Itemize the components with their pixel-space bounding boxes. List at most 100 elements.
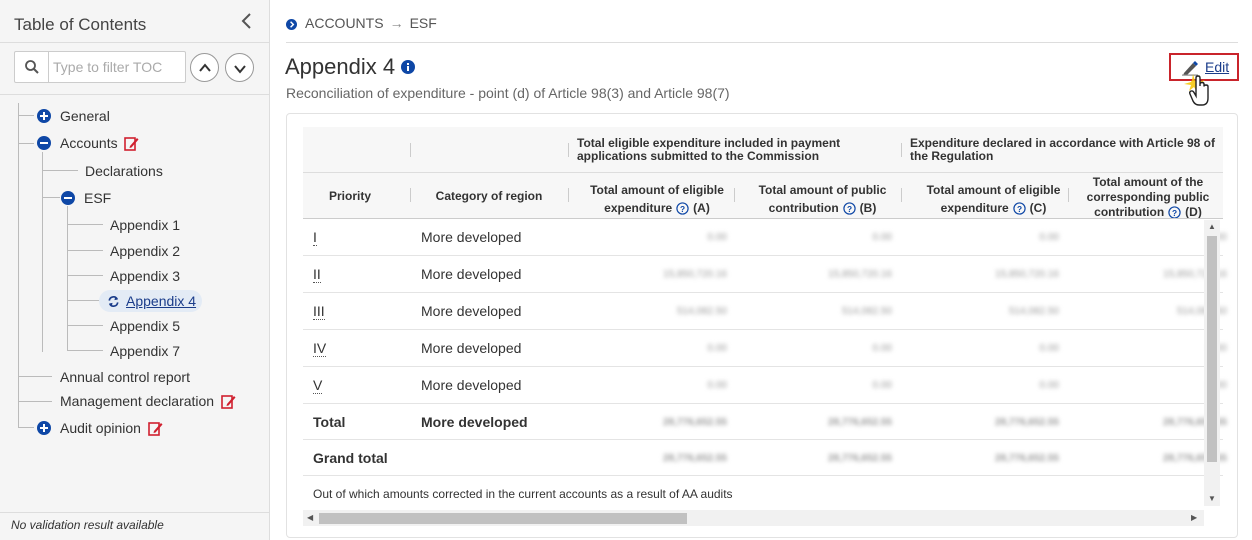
chevron-left-icon[interactable] (240, 12, 252, 36)
column-header-d[interactable]: Total amount of the corresponding public… (1084, 175, 1212, 220)
help-icon[interactable]: ? (676, 202, 689, 216)
value-cell-a: 28,776,652.55 (663, 453, 727, 464)
column-header-category[interactable]: Category of region (411, 190, 567, 203)
refresh-icon (108, 295, 119, 307)
category-cell: More developed (421, 377, 522, 393)
search-icon[interactable] (24, 59, 40, 75)
value-cell-c: 28,776,652.55 (995, 417, 1059, 428)
category-cell: More developed (421, 414, 528, 430)
svg-text:?: ? (680, 204, 685, 214)
toc-item-label: Appendix 1 (110, 217, 181, 234)
chevron-right-circle-icon (286, 18, 297, 30)
toc-item-label: Appendix 7 (110, 343, 181, 360)
priority-cell[interactable]: IV (313, 340, 327, 357)
help-icon[interactable]: ? (1012, 202, 1026, 216)
horizontal-scroll-thumb[interactable] (319, 513, 687, 524)
toc-filter-input[interactable] (51, 53, 181, 81)
priority-cell[interactable]: II (313, 266, 321, 283)
chevron-up-icon[interactable] (190, 53, 219, 82)
toc-item-label: Accounts (60, 135, 118, 152)
minus-circle-icon[interactable] (37, 136, 51, 151)
page-subtitle: Reconciliation of expenditure - point (d… (286, 85, 730, 101)
toc-item-appendix-2[interactable]: Appendix 2 (110, 242, 180, 259)
toc-item-appendix-7[interactable]: Appendix 7 (110, 342, 180, 359)
value-cell-b: 0.00 (872, 343, 892, 354)
scroll-down-arrow-icon[interactable]: ▼ (1208, 494, 1216, 503)
toc-item-label: Appendix 2 (110, 243, 181, 260)
toc-item-esf[interactable]: ESF (61, 189, 111, 206)
svg-text:?: ? (1172, 208, 1177, 218)
category-cell: More developed (421, 266, 522, 282)
value-cell-a: 0.00 (707, 380, 727, 391)
toc-item-appendix-5[interactable]: Appendix 5 (110, 317, 180, 334)
value-cell-c: 0.00 (1039, 232, 1059, 243)
toc-item-label: ESF (84, 190, 112, 207)
value-cell-c: 15,850,720.16 (995, 269, 1059, 280)
scroll-up-arrow-icon[interactable]: ▲ (1208, 222, 1216, 231)
toc-item-annual-control-report[interactable]: Annual control report (60, 368, 190, 385)
svg-text:?: ? (847, 204, 852, 214)
toc-item-audit-opinion[interactable]: Audit opinion (37, 419, 163, 436)
breadcrumb-accounts[interactable]: ACCOUNTS (305, 15, 384, 31)
toc-item-general[interactable]: General (37, 107, 110, 124)
category-cell: More developed (421, 229, 522, 245)
vertical-scrollbar[interactable]: ▲ ▼ (1204, 220, 1220, 506)
page-title: Appendix 4 (285, 54, 396, 79)
divider (0, 42, 269, 43)
priority-cell[interactable]: III (313, 303, 325, 320)
column-code: (A) (693, 201, 710, 215)
priority-cell[interactable]: V (313, 377, 323, 394)
value-cell-a: 28,776,652.55 (663, 417, 727, 428)
toc-item-appendix-3[interactable]: Appendix 3 (110, 267, 180, 284)
grand-total-label: Grand total (313, 450, 388, 466)
vertical-scroll-thumb[interactable] (1207, 236, 1217, 462)
scroll-left-arrow-icon[interactable]: ◀ (307, 513, 313, 522)
toc-item-label: Appendix 3 (110, 268, 181, 285)
table-footnote: Out of which amounts corrected in the cu… (313, 487, 733, 501)
group-header-article-98: Expenditure declared in accordance with … (910, 136, 1215, 163)
column-code: (D) (1185, 205, 1202, 219)
toc-item-accounts[interactable]: Accounts (37, 134, 139, 151)
divider (0, 94, 269, 95)
toc-title: Table of Contents (14, 15, 147, 34)
breadcrumb: ACCOUNTS → ESF (286, 15, 437, 31)
column-code: (C) (1029, 201, 1047, 215)
value-cell-a: 514,082.50 (676, 306, 727, 317)
toc-item-label: Annual control report (60, 369, 190, 386)
plus-circle-icon[interactable] (37, 109, 51, 124)
edit-mark-icon (221, 394, 236, 409)
value-cell-a: 0.00 (707, 232, 727, 243)
value-cell-a: 15,850,720.16 (663, 269, 727, 280)
toc-item-label: Appendix 4 (126, 293, 197, 310)
minus-circle-icon[interactable] (61, 191, 75, 206)
column-header-a[interactable]: Total amount of eligible expenditure? (A) (577, 181, 737, 217)
total-label: Total (313, 414, 346, 430)
value-cell-c: 514,082.50 (1008, 306, 1059, 317)
help-icon[interactable]: ? (842, 202, 856, 216)
validation-status: No validation result available (11, 518, 164, 532)
column-header-c[interactable]: Total amount of eligible expenditure? (C) (911, 181, 1076, 217)
toc-item-label: General (60, 108, 110, 125)
category-cell: More developed (421, 340, 522, 356)
column-header-b[interactable]: Total amount of public contribution? (B) (745, 181, 900, 217)
info-icon[interactable] (401, 60, 415, 74)
horizontal-scrollbar[interactable]: ◀ ▶ (303, 510, 1204, 526)
value-cell-a: 0.00 (707, 343, 727, 354)
value-cell-b: 28,776,652.55 (828, 417, 892, 428)
chevron-down-icon[interactable] (225, 53, 254, 82)
hand-cursor-icon (1184, 74, 1209, 106)
divider (286, 42, 1238, 43)
toc-item-management-declaration[interactable]: Management declaration (60, 392, 236, 409)
edit-mark-icon (148, 421, 163, 436)
divider (0, 512, 269, 513)
toc-item-appendix-1[interactable]: Appendix 1 (110, 216, 180, 233)
column-header-priority[interactable]: Priority (303, 190, 397, 203)
toc-item-label: Appendix 5 (110, 318, 181, 335)
priority-cell[interactable]: I (313, 229, 317, 246)
edit-mark-icon (124, 136, 139, 151)
plus-circle-icon[interactable] (37, 421, 51, 436)
toc-item-appendix-4[interactable]: Appendix 4 (99, 290, 203, 313)
breadcrumb-esf[interactable]: ESF (410, 15, 437, 31)
toc-item-declarations[interactable]: Declarations (85, 162, 163, 179)
scroll-right-arrow-icon[interactable]: ▶ (1191, 513, 1197, 522)
